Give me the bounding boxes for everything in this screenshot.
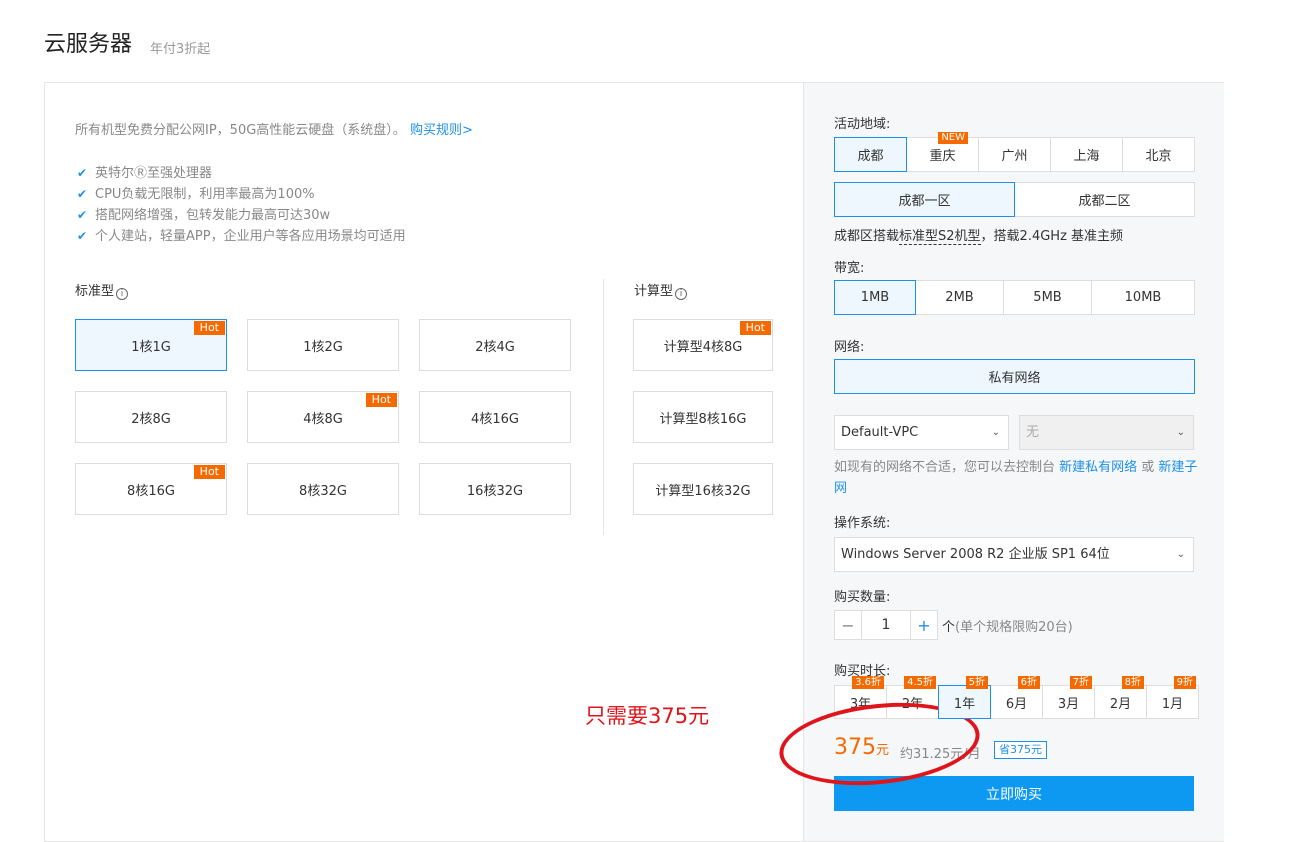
intro-line: 所有机型免费分配公网IP，50G高性能云硬盘（系统盘）。 购买规则> [75,119,473,138]
column-divider [603,279,604,535]
check-icon: ✔ [77,187,88,201]
quantity-label: 购买数量: [834,590,891,605]
discount-badge: 4.5折 [904,676,936,689]
instance-option-16c32g[interactable]: 16核32G [419,463,571,515]
discount-badge: 9折 [1173,676,1196,689]
duration-6m[interactable]: 6月 6折 [990,676,1043,719]
region-chongqing[interactable]: 重庆 NEW [906,132,979,172]
instance-model-link[interactable]: 标准型S2机型 [899,229,981,245]
network-selector: 私有网络 [834,359,1195,394]
bandwidth-2mb[interactable]: 2MB [915,280,1004,315]
hot-badge: Hot [193,465,225,479]
bandwidth-1mb[interactable]: 1MB [834,280,916,315]
feature-list: ✔ 英特尔Ⓡ至强处理器 ✔ CPU负载无限制，利用率最高为100% ✔ 搭配网络增强，… [77,163,406,247]
instance-option-1c1g[interactable]: 1核1G Hot [75,319,227,371]
region-guangzhou[interactable]: 广州 [978,137,1051,172]
vpc-select[interactable]: Default-VPC ⌄ [834,415,1009,450]
instance-option-8c32g[interactable]: 8核32G [247,463,399,515]
duration-1m[interactable]: 1月 9折 [1146,676,1199,719]
zone-chengdu-1[interactable]: 成都一区 [834,182,1015,217]
discount-badge: 7折 [1069,676,1092,689]
compute-option-8c16g[interactable]: 计算型8核16G [633,391,773,443]
feature-item: ✔ 搭配网络增强，包转发能力最高可达30w [77,205,406,226]
instance-option-2c8g[interactable]: 2核8G [75,391,227,443]
instance-option-1c2g[interactable]: 1核2G [247,319,399,371]
page-subtitle: 年付3折起 [150,42,211,57]
feature-item: ✔ 英特尔Ⓡ至强处理器 [77,163,406,184]
quantity-note: 个(单个规格限购20台) [942,620,1073,635]
purchase-rules-link[interactable]: 购买规则> [410,123,473,138]
feature-item: ✔ 个人建站，轻量APP，企业用户等各应用场景均可适用 [77,226,406,247]
subnet-select[interactable]: 无 ⌄ [1019,415,1194,450]
instance-option-4c8g[interactable]: 4核8G Hot [247,391,399,443]
duration-1y[interactable]: 1年 5折 [938,676,991,719]
instance-option-4c16g[interactable]: 4核16G [419,391,571,443]
info-icon[interactable]: i [116,288,129,300]
info-icon[interactable]: i [675,288,688,300]
intro-text: 所有机型免费分配公网IP，50G高性能云硬盘（系统盘）。 [75,123,406,138]
zone-chengdu-2[interactable]: 成都二区 [1014,182,1195,217]
discount-badge: 8折 [1121,676,1144,689]
os-select[interactable]: Windows Server 2008 R2 企业版 SP1 64位 ⌄ [834,537,1194,572]
zone-selector: 成都一区 成都二区 [834,182,1195,217]
duration-2m[interactable]: 2月 8折 [1094,676,1147,719]
quantity-input[interactable]: 1 [862,610,910,640]
new-vpc-link[interactable]: 新建私有网络 [1059,460,1137,475]
zone-note: 成都区搭载标准型S2机型，搭载2.4GHz 基准主频 [834,229,1124,245]
chevron-down-icon: ⌄ [991,427,1000,438]
annotation-text: 只需要375元 [585,704,710,728]
savings-badge: 省375元 [994,741,1047,759]
compute-option-16c32g[interactable]: 计算型16核32G [633,463,773,515]
quantity-increase-button[interactable]: + [910,610,938,640]
check-icon: ✔ [77,208,88,222]
check-icon: ✔ [77,229,88,243]
instance-option-8c16g[interactable]: 8核16G Hot [75,463,227,515]
bandwidth-5mb[interactable]: 5MB [1003,280,1092,315]
new-badge: NEW [938,132,968,144]
hot-badge: Hot [365,393,397,407]
discount-badge: 5折 [965,676,988,689]
network-label: 网络: [834,340,865,355]
discount-badge: 6折 [1017,676,1040,689]
region-shanghai[interactable]: 上海 [1050,137,1123,172]
bandwidth-label: 带宽: [834,261,865,276]
region-selector: 成都 重庆 NEW 广州 上海 北京 [834,132,1195,172]
page-title: 云服务器 [44,32,133,57]
bandwidth-10mb[interactable]: 10MB [1091,280,1195,315]
network-hint: 如现有的网络不合适，您可以去控制台 新建私有网络 或 新建子网 [834,460,1198,496]
discount-badge: 3.6折 [852,676,884,689]
compute-type-label: 计算型 i [634,280,688,300]
instance-option-2c4g[interactable]: 2核4G [419,319,571,371]
chevron-down-icon: ⌄ [1176,427,1185,438]
standard-type-label: 标准型 i [75,280,129,300]
region-label: 活动地域: [834,117,891,132]
region-beijing[interactable]: 北京 [1122,137,1195,172]
bandwidth-selector: 1MB 2MB 5MB 10MB [834,280,1195,315]
os-label: 操作系统: [834,516,891,531]
feature-item: ✔ CPU负载无限制，利用率最高为100% [77,184,406,205]
region-chengdu[interactable]: 成都 [834,137,907,172]
chevron-down-icon: ⌄ [1176,549,1185,560]
check-icon: ✔ [77,166,88,180]
quantity-decrease-button[interactable]: − [834,610,862,640]
hot-badge: Hot [739,321,771,335]
compute-option-4c8g[interactable]: 计算型4核8G Hot [633,319,773,371]
duration-3m[interactable]: 3月 7折 [1042,676,1095,719]
quantity-stepper: − 1 + [834,610,938,640]
network-private[interactable]: 私有网络 [834,359,1195,394]
hot-badge: Hot [193,321,225,335]
